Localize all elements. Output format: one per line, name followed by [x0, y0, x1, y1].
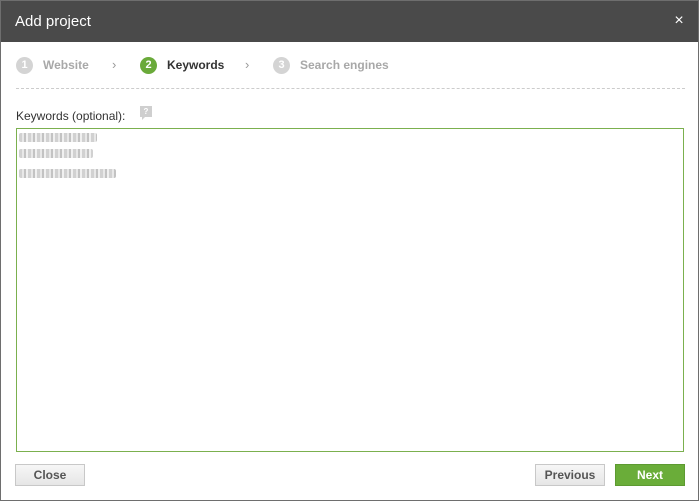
redacted-keyword-line	[19, 149, 93, 158]
step-label-website: Website	[43, 58, 89, 72]
help-icon[interactable]: ?	[140, 106, 152, 120]
steps-divider	[16, 88, 685, 89]
dialog-title: Add project	[15, 13, 91, 30]
keywords-label: Keywords (optional):	[16, 109, 126, 123]
step-number-3: 3	[273, 56, 290, 74]
wizard-steps: 1 Website › 2 Keywords › 3 Search engine…	[16, 55, 686, 75]
next-button[interactable]: Next	[615, 464, 685, 486]
redacted-keyword-line	[19, 169, 116, 178]
keywords-textarea[interactable]	[16, 128, 684, 452]
dialog-titlebar: Add project ×	[1, 1, 698, 42]
step-keywords[interactable]: 2 Keywords	[140, 55, 224, 75]
redacted-keyword-line	[19, 133, 97, 142]
previous-button[interactable]: Previous	[535, 464, 605, 486]
step-label-keywords: Keywords	[167, 58, 225, 72]
step-number-2: 2	[140, 56, 157, 74]
step-website[interactable]: 1 Website	[16, 55, 89, 75]
close-button[interactable]: Close	[15, 464, 85, 486]
close-icon[interactable]: ×	[669, 11, 689, 31]
step-number-1: 1	[16, 56, 33, 74]
step-label-search-engines: Search engines	[300, 58, 389, 72]
step-search-engines[interactable]: 3 Search engines	[273, 55, 389, 75]
chevron-right-icon: ›	[245, 57, 250, 72]
add-project-dialog: Add project × 1 Website › 2 Keywords › 3…	[0, 0, 699, 501]
chevron-right-icon: ›	[112, 57, 117, 72]
